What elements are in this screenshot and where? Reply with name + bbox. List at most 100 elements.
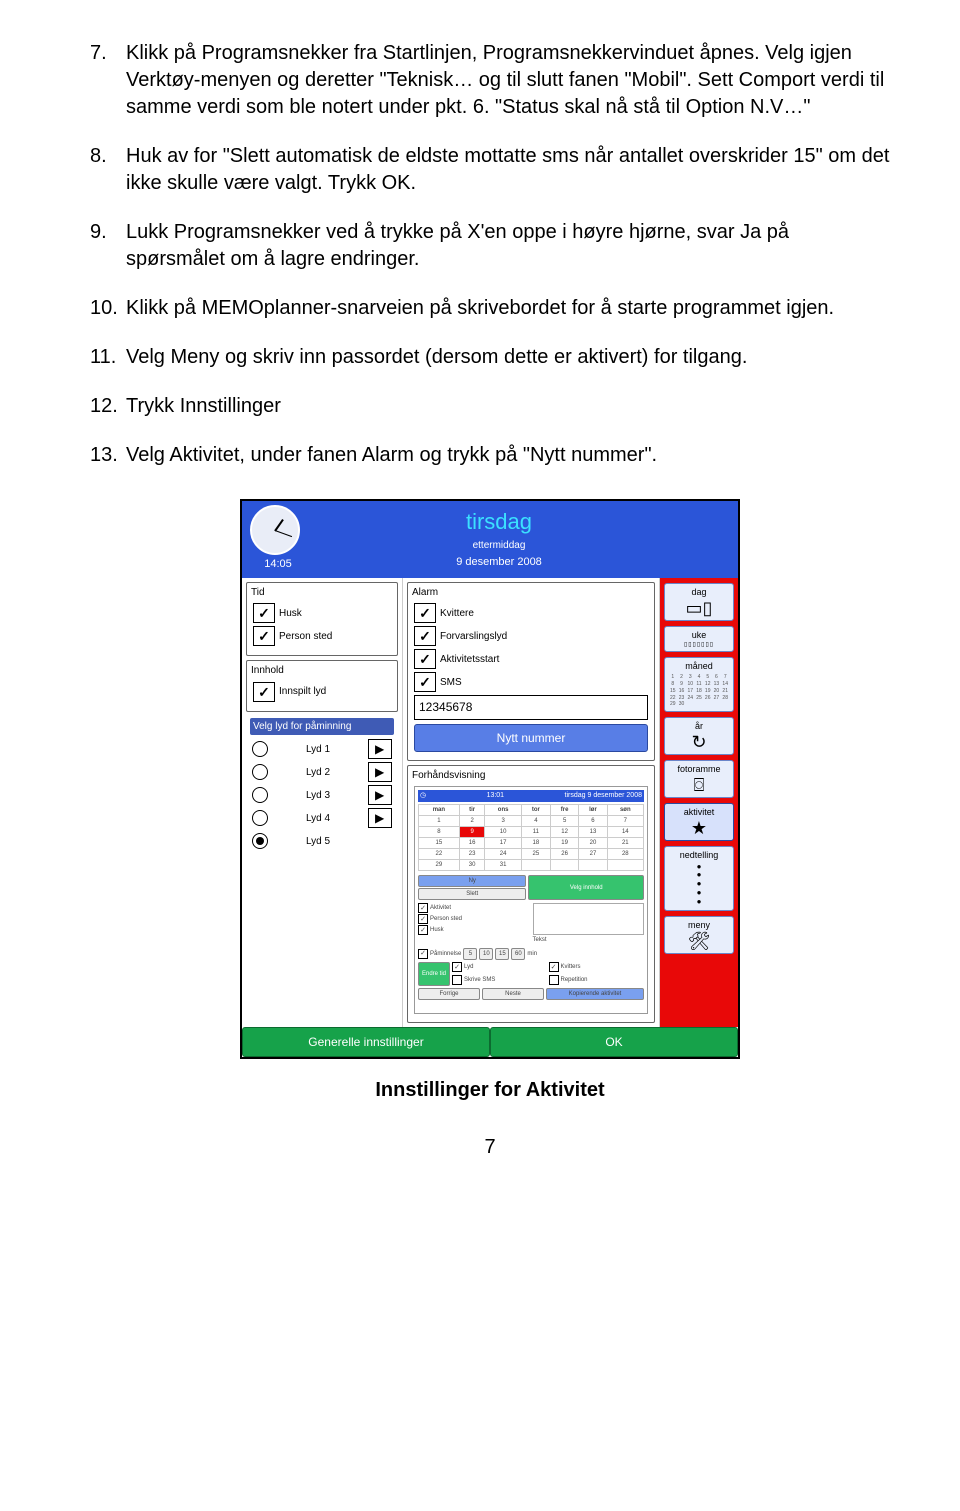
panel-title: Alarm bbox=[412, 586, 650, 600]
preview-ny-button[interactable]: Ny bbox=[418, 875, 526, 887]
clock-icon bbox=[250, 505, 300, 555]
preview-slett-button[interactable]: Slett bbox=[418, 888, 526, 900]
item-number: 13. bbox=[90, 442, 118, 469]
preview-content: ◷ 13:01 tirsdag 9 desember 2008 mantiron… bbox=[414, 786, 648, 1014]
preview-kopier-button[interactable]: Kopierende aktivitet bbox=[546, 988, 644, 1000]
radio-lyd-1[interactable]: Lyd 1 bbox=[252, 739, 392, 759]
instruction-list: 7. Klikk på Programsnekker fra Startlinj… bbox=[90, 40, 890, 469]
item-number: 11. bbox=[90, 344, 116, 371]
panel-innhold: Innhold Innspilt lyd bbox=[246, 660, 398, 712]
right-sidebar: dag ▭▯ uke ▯▯▯▯▯▯▯ måned 1234567 8910111… bbox=[660, 578, 738, 1027]
panel-title: Tid bbox=[251, 586, 393, 600]
memoplanner-screenshot: 14:05 tirsdag ettermiddag 9 desember 200… bbox=[240, 499, 740, 1059]
header-date: 9 desember 2008 bbox=[318, 555, 680, 570]
checkbox-sms[interactable] bbox=[414, 672, 436, 692]
panel-tid: Tid Husk Person sted bbox=[246, 582, 398, 657]
panel-alarm: Alarm Kvittere Forvarslingslyd Aktivitet… bbox=[407, 582, 655, 761]
sidebar-meny-button[interactable]: meny 🛠 bbox=[664, 916, 734, 954]
header-time: 14:05 bbox=[264, 557, 292, 572]
radio-lyd-5[interactable]: Lyd 5 bbox=[252, 831, 392, 851]
list-item-9: 9. Lukk Programsnekker ved å trykke på X… bbox=[90, 219, 890, 273]
checkbox-forvarslingslyd[interactable] bbox=[414, 626, 436, 646]
generelle-innstillinger-button[interactable]: Generelle innstillinger bbox=[242, 1027, 490, 1057]
footer: Generelle innstillinger OK bbox=[242, 1027, 738, 1057]
radio-icon bbox=[252, 741, 268, 757]
photo-icon: ⌼ bbox=[665, 776, 733, 794]
screenshot-caption: Innstillinger for Aktivitet bbox=[90, 1077, 890, 1104]
list-item-11: 11. Velg Meny og skriv inn passordet (de… bbox=[90, 344, 890, 371]
item-number: 7. bbox=[90, 40, 107, 67]
list-item-13: 13. Velg Aktivitet, under fanen Alarm og… bbox=[90, 442, 890, 469]
nytt-nummer-button[interactable]: Nytt nummer bbox=[414, 724, 648, 752]
label-innspilt-lyd: Innspilt lyd bbox=[279, 685, 326, 699]
speaker-icon[interactable] bbox=[368, 808, 392, 828]
item-number: 9. bbox=[90, 219, 107, 246]
label-kvittere: Kvittere bbox=[440, 607, 474, 621]
preview-time: 13:01 bbox=[487, 791, 505, 800]
header-sub: ettermiddag bbox=[318, 539, 680, 553]
day-icon: ▭▯ bbox=[665, 599, 733, 617]
week-icon: ▯▯▯▯▯▯▯ bbox=[665, 642, 733, 648]
preview-neste-button[interactable]: Neste bbox=[482, 988, 544, 1000]
preview-checkbox[interactable] bbox=[418, 914, 428, 924]
label-forvarslingslyd: Forvarslingslyd bbox=[440, 630, 507, 644]
speaker-icon[interactable] bbox=[368, 762, 392, 782]
radio-lyd-4[interactable]: Lyd 4 bbox=[252, 808, 392, 828]
sidebar-maned-button[interactable]: måned 1234567 891011121314 1516171819202… bbox=[664, 657, 734, 712]
radio-lyd-3[interactable]: Lyd 3 bbox=[252, 785, 392, 805]
preview-calendar: mantironstorfrelørsøn 1234567 8910111213… bbox=[418, 804, 644, 872]
checkbox-husk[interactable] bbox=[253, 603, 275, 623]
preview-checkbox[interactable] bbox=[418, 925, 428, 935]
panel-title: Forhåndsvisning bbox=[412, 769, 650, 783]
radio-icon bbox=[252, 833, 268, 849]
preview-checkbox[interactable] bbox=[418, 903, 428, 913]
header-day: tirsdag bbox=[318, 507, 680, 537]
item-text: Trykk Innstillinger bbox=[126, 395, 281, 417]
label-husk: Husk bbox=[279, 607, 302, 621]
radio-icon bbox=[252, 764, 268, 780]
item-text: Klikk på MEMOplanner-snarveien på skrive… bbox=[126, 297, 834, 319]
list-item-8: 8. Huk av for "Slett automatisk de eldst… bbox=[90, 143, 890, 197]
radio-lyd-2[interactable]: Lyd 2 bbox=[252, 762, 392, 782]
radio-icon bbox=[252, 787, 268, 803]
speaker-icon[interactable] bbox=[368, 785, 392, 805]
sidebar-aktivitet-button[interactable]: aktivitet ★ bbox=[664, 803, 734, 841]
page-number: 7 bbox=[90, 1134, 890, 1161]
panel-title: Velg lyd for påminning bbox=[250, 718, 394, 736]
preview-forrige-button[interactable]: Forrige bbox=[418, 988, 480, 1000]
label-sms: SMS bbox=[440, 676, 462, 690]
item-text: Velg Aktivitet, under fanen Alarm og try… bbox=[126, 444, 657, 466]
checkbox-aktivitetsstart[interactable] bbox=[414, 649, 436, 669]
preview-clock-icon: ◷ bbox=[420, 791, 426, 800]
preview-velg-innhold-button[interactable]: Velg innhold bbox=[528, 875, 644, 900]
item-text: Lukk Programsnekker ved å trykke på X'en… bbox=[126, 221, 789, 270]
sidebar-fotoramme-button[interactable]: fotoramme ⌼ bbox=[664, 760, 734, 798]
panel-lyd-paminning: Velg lyd for påminning Lyd 1 Lyd 2 Lyd 3… bbox=[246, 716, 398, 857]
star-icon: ★ bbox=[665, 819, 733, 837]
preview-endre-tid-button[interactable]: Endre tid bbox=[418, 962, 450, 986]
countdown-icon: ●●●●● bbox=[665, 863, 733, 907]
tools-icon: 🛠 bbox=[665, 932, 733, 950]
checkbox-innspilt-lyd[interactable] bbox=[253, 682, 275, 702]
sidebar-ar-button[interactable]: år ↻ bbox=[664, 717, 734, 755]
preview-date: tirsdag 9 desember 2008 bbox=[565, 791, 642, 800]
speaker-icon[interactable] bbox=[368, 739, 392, 759]
item-text: Huk av for "Slett automatisk de eldste m… bbox=[126, 145, 889, 194]
preview-checkbox[interactable]: ✓ bbox=[418, 949, 428, 959]
panel-forhandsvisning: Forhåndsvisning ◷ 13:01 tirsdag 9 desemb… bbox=[407, 765, 655, 1024]
list-item-10: 10. Klikk på MEMOplanner-snarveien på sk… bbox=[90, 295, 890, 322]
checkbox-kvittere[interactable] bbox=[414, 603, 436, 623]
app-header: 14:05 tirsdag ettermiddag 9 desember 200… bbox=[242, 501, 738, 578]
month-icon: 1234567 891011121314 15161718192021 2223… bbox=[668, 674, 729, 708]
sms-number-input[interactable]: 12345678 bbox=[414, 695, 648, 719]
checkbox-person-sted[interactable] bbox=[253, 626, 275, 646]
preview-text-box bbox=[533, 903, 645, 935]
label-aktivitetsstart: Aktivitetsstart bbox=[440, 653, 499, 667]
list-item-12: 12. Trykk Innstillinger bbox=[90, 393, 890, 420]
sidebar-dag-button[interactable]: dag ▭▯ bbox=[664, 583, 734, 621]
sidebar-nedtelling-button[interactable]: nedtelling ●●●●● bbox=[664, 846, 734, 910]
item-text: Velg Meny og skriv inn passordet (dersom… bbox=[126, 346, 747, 368]
ok-button[interactable]: OK bbox=[490, 1027, 738, 1057]
item-number: 12. bbox=[90, 393, 118, 420]
sidebar-uke-button[interactable]: uke ▯▯▯▯▯▯▯ bbox=[664, 626, 734, 652]
